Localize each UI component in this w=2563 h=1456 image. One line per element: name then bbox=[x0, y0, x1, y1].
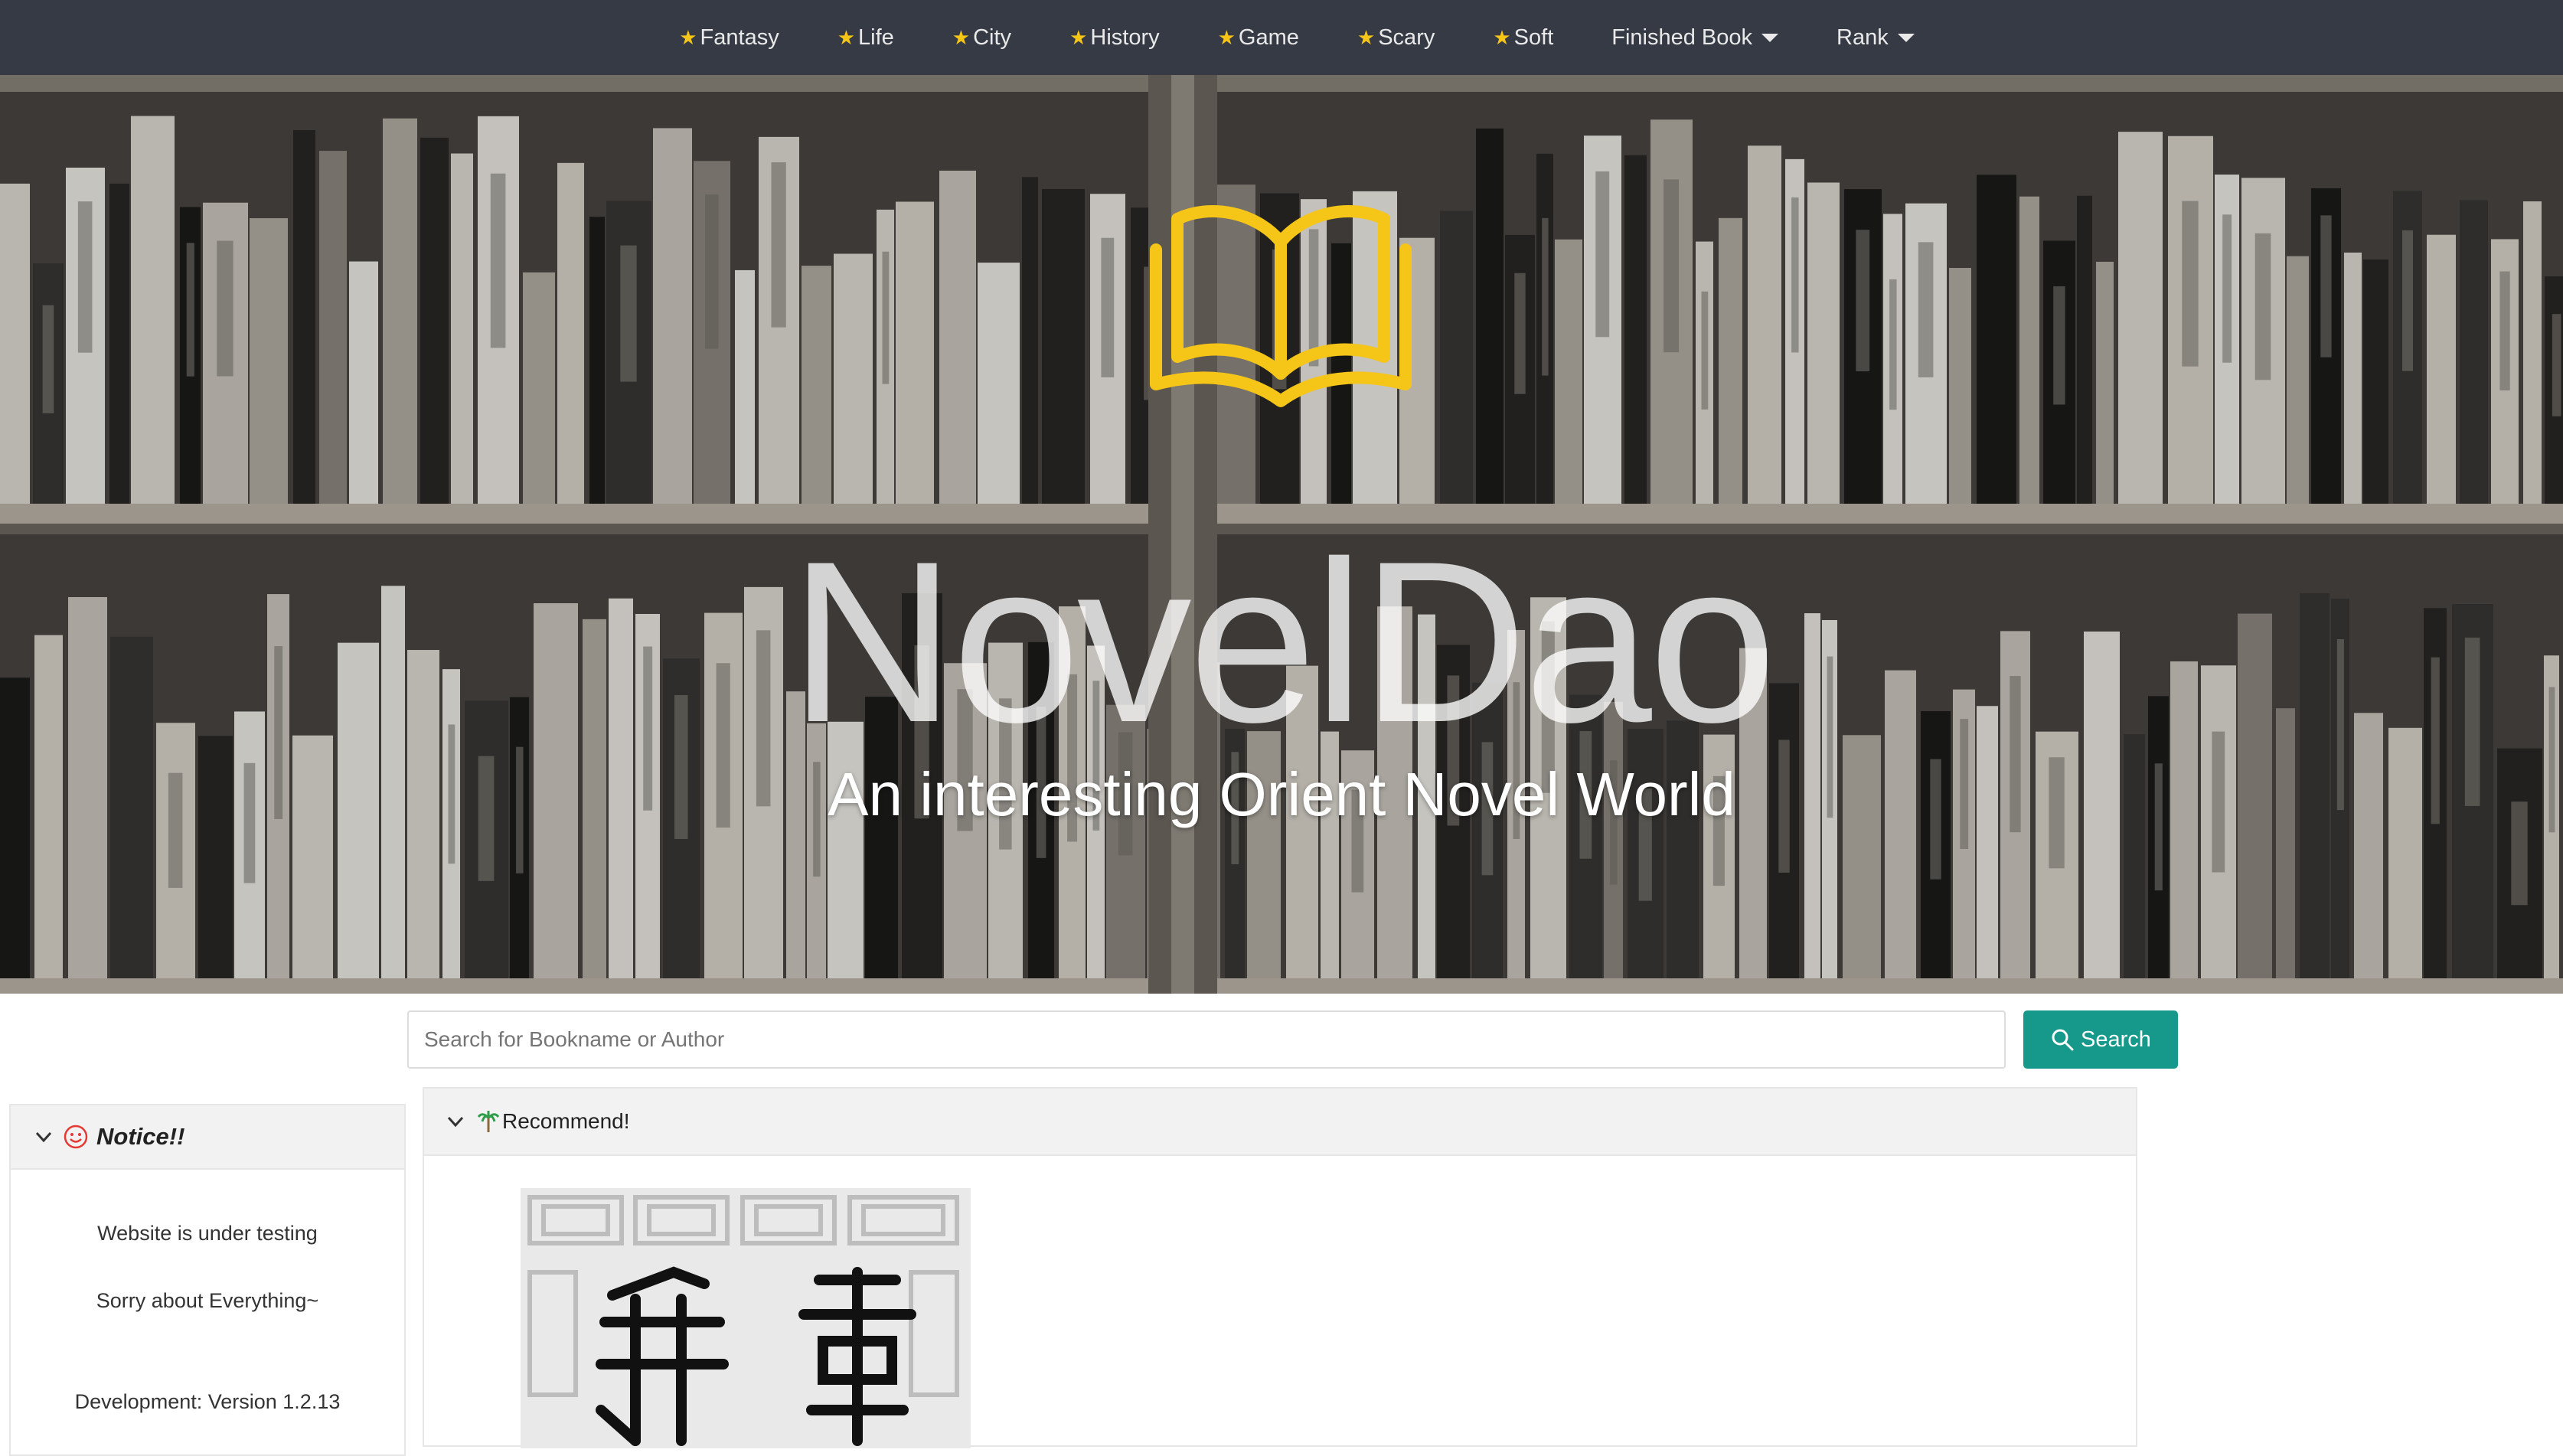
recommend-panel: Recommend! bbox=[423, 1087, 2137, 1448]
nav-item-soft[interactable]: ★ Soft bbox=[1493, 25, 1553, 51]
nav-item-label: History bbox=[1090, 24, 1160, 50]
nav-menu: ★ Fantasy ★ Life ★ City ★ History ★ Game… bbox=[650, 25, 1944, 51]
star-icon: ★ bbox=[1217, 25, 1236, 49]
nav-item-label: Fantasy bbox=[700, 24, 779, 50]
seal-script-cover-art bbox=[521, 1188, 971, 1448]
nav-item-fantasy[interactable]: ★ Fantasy bbox=[679, 25, 779, 51]
nav-item-life[interactable]: ★ Life bbox=[837, 25, 894, 51]
search-button[interactable]: Search bbox=[2023, 1010, 2178, 1069]
nav-dropdown-rank[interactable]: Rank bbox=[1837, 25, 1915, 51]
star-icon: ★ bbox=[1493, 25, 1511, 49]
nav-item-label: Rank bbox=[1837, 24, 1889, 50]
open-book-icon bbox=[1150, 205, 1412, 407]
star-icon: ★ bbox=[952, 25, 971, 49]
notice-title: Notice!! bbox=[96, 1123, 185, 1150]
caret-down-icon bbox=[1761, 33, 1779, 42]
nav-item-label: Life bbox=[858, 24, 894, 50]
search-button-label: Search bbox=[2081, 1027, 2151, 1052]
chevron-down-icon[interactable] bbox=[34, 1127, 54, 1147]
top-navigation: ★ Fantasy ★ Life ★ City ★ History ★ Game… bbox=[0, 0, 2563, 75]
nav-item-label: City bbox=[973, 24, 1012, 50]
book-cover-image[interactable] bbox=[521, 1188, 971, 1448]
notice-text: Website is under testing bbox=[97, 1222, 318, 1245]
chevron-down-icon[interactable] bbox=[446, 1112, 465, 1131]
site-subtitle: An interesting Orient Novel World bbox=[828, 760, 1735, 828]
hero-banner: NovelDao An interesting Orient Novel Wor… bbox=[0, 75, 2563, 994]
recommend-panel-header[interactable]: Recommend! bbox=[424, 1089, 2136, 1156]
notice-panel: Notice!! Website is under testing Sorry … bbox=[9, 1104, 406, 1456]
star-icon: ★ bbox=[679, 25, 697, 49]
star-icon: ★ bbox=[1357, 25, 1376, 49]
caret-down-icon bbox=[1897, 33, 1915, 42]
palm-tree-icon bbox=[478, 1111, 499, 1132]
version-text: Development: Version 1.2.13 bbox=[74, 1390, 341, 1413]
nav-item-label: Finished Book bbox=[1611, 24, 1753, 50]
nav-item-label: Scary bbox=[1378, 24, 1435, 50]
nav-item-label: Soft bbox=[1513, 24, 1554, 50]
notice-text: Sorry about Everything~ bbox=[96, 1289, 319, 1312]
recommend-title: Recommend! bbox=[502, 1109, 630, 1133]
nav-item-label: Game bbox=[1238, 24, 1299, 50]
smile-icon bbox=[64, 1125, 88, 1149]
star-icon: ★ bbox=[837, 25, 856, 49]
nav-item-history[interactable]: ★ History bbox=[1069, 25, 1160, 51]
star-icon: ★ bbox=[1069, 25, 1088, 49]
nav-dropdown-finished-book[interactable]: Finished Book bbox=[1611, 24, 1779, 51]
site-title: NovelDao bbox=[789, 513, 1776, 770]
nav-item-game[interactable]: ★ Game bbox=[1218, 25, 1299, 51]
search-input[interactable] bbox=[407, 1010, 2006, 1069]
search-icon bbox=[2052, 1029, 2074, 1051]
notice-panel-header[interactable]: Notice!! bbox=[11, 1105, 404, 1170]
nav-item-scary[interactable]: ★ Scary bbox=[1357, 25, 1435, 51]
nav-item-city[interactable]: ★ City bbox=[952, 25, 1011, 51]
